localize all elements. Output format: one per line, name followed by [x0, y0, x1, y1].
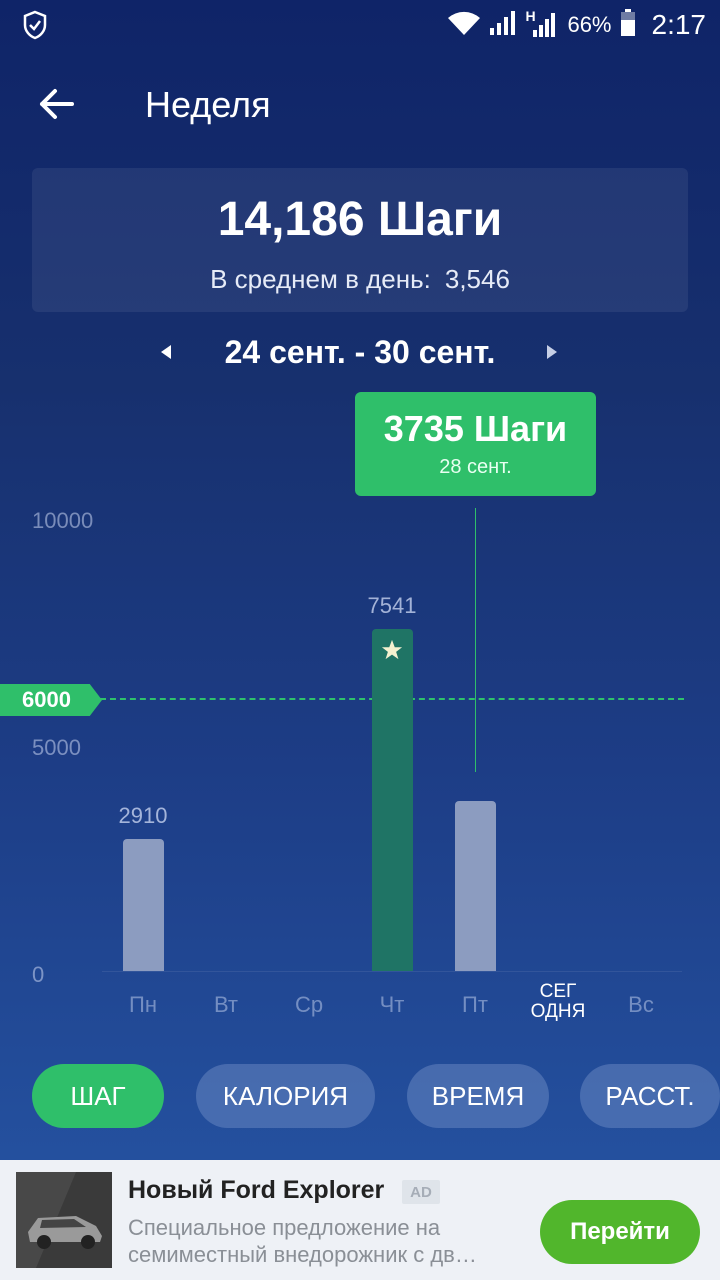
week-range: 24 сент. - 30 сент.	[224, 334, 496, 370]
steps-bar-chart[interactable]: 10000 5000 0 6000 3735 Шаги 28 сент. 291…	[0, 380, 720, 1040]
tab-calories[interactable]: КАЛОРИЯ	[196, 1064, 375, 1128]
selected-day-tooltip: 3735 Шаги 28 сент.	[355, 392, 596, 496]
page-title: Неделя	[145, 84, 271, 125]
shield-icon	[22, 10, 48, 45]
ad-title: Новый Ford Explorer	[128, 1176, 385, 1204]
bar-value-label: 2910	[118, 802, 168, 828]
tab-steps[interactable]: ШАГ	[32, 1064, 164, 1128]
day-label[interactable]: Ср	[269, 992, 349, 1018]
ad-car-image[interactable]	[16, 1172, 112, 1268]
ad-description-line: семиместный внедорожник с дв…	[128, 1242, 477, 1267]
tab-time[interactable]: ВРЕМЯ	[407, 1064, 549, 1128]
goal-tag: 6000	[0, 684, 102, 716]
daily-average-value: 3,546	[444, 264, 510, 294]
ad-badge: AD	[402, 1180, 440, 1204]
next-week-button[interactable]	[534, 336, 570, 372]
star-icon	[381, 639, 403, 659]
battery-percent: 66%	[567, 12, 612, 37]
day-label[interactable]: Вс	[601, 992, 681, 1018]
battery-icon	[620, 8, 636, 42]
wifi-icon	[447, 10, 481, 41]
tab-distance[interactable]: РАССТ.	[580, 1064, 720, 1128]
ad-banner[interactable]: Новый Ford Explorer AD Специальное предл…	[0, 1160, 720, 1280]
total-steps: 14,186 Шаги	[217, 193, 503, 246]
signal-icon	[489, 10, 517, 41]
day-label[interactable]: Пт	[435, 992, 515, 1018]
tooltip-date: 28 сент.	[439, 456, 512, 478]
y-tick-label: 0	[32, 962, 45, 987]
bar-5[interactable]	[454, 801, 496, 971]
clock: 2:17	[651, 9, 707, 40]
arrow-left-icon	[38, 88, 74, 125]
back-button[interactable]	[30, 80, 82, 132]
selection-cursor-line	[475, 508, 476, 772]
metric-tabs: ШАГ КАЛОРИЯ ВРЕМЯ РАССТ.	[0, 1064, 720, 1128]
ad-cta-button[interactable]: Перейти	[540, 1200, 700, 1264]
app-bar: Неделя	[0, 60, 720, 152]
day-label[interactable]: Вт	[186, 992, 266, 1018]
signal-h-icon: H	[525, 8, 559, 38]
ad-description: Специальное предложение на семиместный в…	[128, 1214, 528, 1268]
bar-4[interactable]	[371, 628, 413, 971]
y-tick-label: 5000	[32, 735, 81, 760]
day-label[interactable]: Чт	[352, 992, 432, 1018]
status-bar: H 66% 2:17	[0, 0, 720, 50]
tooltip-steps: 3735 Шаги	[383, 408, 568, 449]
week-navigator: 24 сент. - 30 сент.	[0, 330, 720, 378]
chart-baseline	[102, 971, 682, 972]
triangle-right-icon	[545, 344, 559, 365]
bar-1[interactable]	[122, 838, 164, 971]
daily-average: В среднем в день: 3,546	[32, 264, 688, 295]
day-label[interactable]: Пн	[103, 992, 183, 1018]
ad-description-line: Специальное предложение на	[128, 1215, 441, 1240]
y-tick-label: 10000	[32, 508, 94, 533]
daily-average-label: В среднем в день:	[210, 264, 431, 294]
day-label[interactable]: СЕГ ОДНЯ	[528, 982, 588, 1022]
bar-value-label: 7541	[367, 592, 417, 618]
summary-card: 14,186 Шаги В среднем в день: 3,546	[32, 168, 688, 312]
